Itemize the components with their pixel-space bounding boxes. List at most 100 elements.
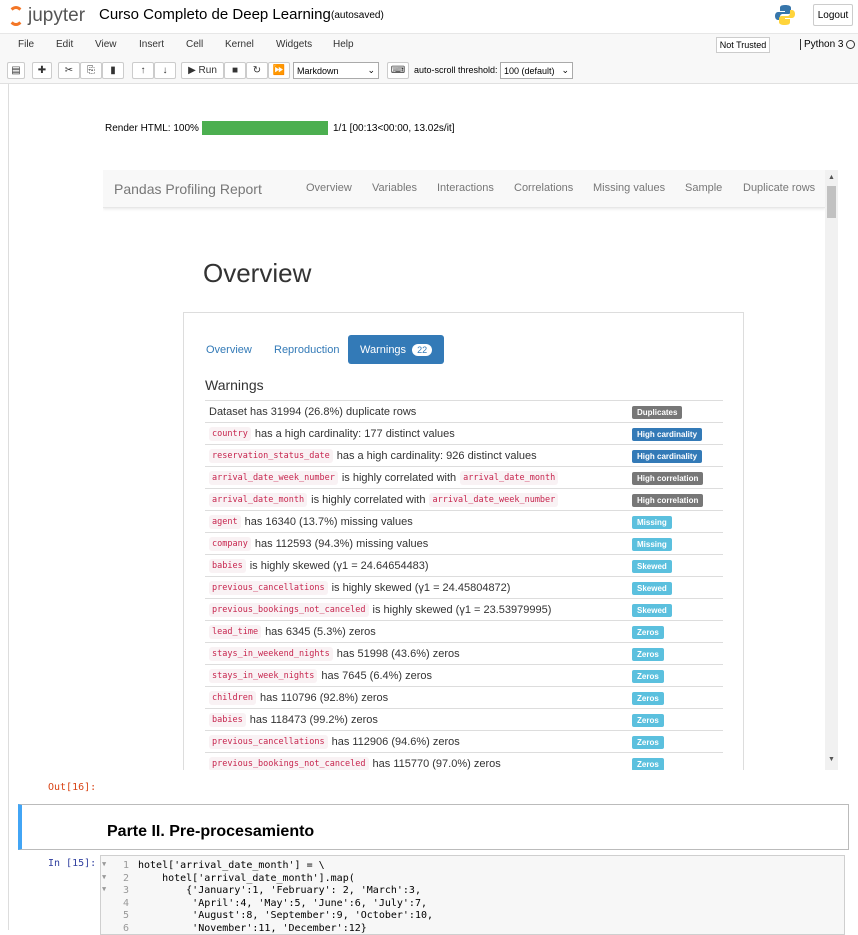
paste-icon: ▮ xyxy=(110,65,116,76)
chevron-down-icon: ⌄ xyxy=(561,65,569,75)
python-logo-icon xyxy=(775,5,795,25)
nav-missing-values[interactable]: Missing values xyxy=(593,182,665,194)
tab-overview[interactable]: Overview xyxy=(194,335,264,364)
progress-bar xyxy=(202,121,328,135)
variable-name[interactable]: previous_cancellations xyxy=(209,580,328,595)
warning-row: babies has 118473 (99.2%) zeros Zeros xyxy=(205,708,723,730)
variable-name[interactable]: reservation_status_date xyxy=(209,448,333,463)
variable-name[interactable]: arrival_date_month xyxy=(209,492,308,507)
menu-widgets[interactable]: Widgets xyxy=(276,39,312,50)
code-text: 'November':11, 'December':12} xyxy=(138,922,367,934)
code-text: 'April':4, 'May':5, 'June':6, 'July':7, xyxy=(138,897,427,909)
fold-arrow-icon[interactable]: ▼ xyxy=(102,885,106,893)
run-all-button[interactable]: ⏩ xyxy=(268,62,290,79)
code-text: {'January':1, 'February': 2, 'March':3, xyxy=(138,885,421,896)
warning-row: stays_in_week_nights has 7645 (6.4%) zero… xyxy=(205,664,723,686)
tab-warnings[interactable]: Warnings 22 xyxy=(348,335,445,364)
warning-text: is highly skewed (γ1 = 23.53979995) xyxy=(372,603,552,616)
scroll-down-icon[interactable]: ▼ xyxy=(828,756,835,763)
tab-reproduction[interactable]: Reproduction xyxy=(262,335,351,364)
nav-interactions[interactable]: Interactions xyxy=(437,182,494,194)
warning-badge: High correlation xyxy=(632,472,704,485)
profile-navbar: Pandas Profiling Report Overview Variabl… xyxy=(103,170,825,208)
menu-edit[interactable]: Edit xyxy=(56,39,73,50)
profile-brand[interactable]: Pandas Profiling Report xyxy=(114,181,262,197)
warning-row: stays_in_weekend_nights has 51998 (43.6%)… xyxy=(205,642,723,664)
warning-badge: Zeros xyxy=(632,692,664,705)
warning-text: has 115770 (97.0%) zeros xyxy=(372,757,501,770)
code-text: hotel['arrival_date_month'].map( xyxy=(138,872,355,884)
kernel-name: Python 3 xyxy=(800,39,843,50)
menu-help[interactable]: Help xyxy=(333,39,354,50)
warning-badge: Duplicates xyxy=(632,406,683,419)
scroll-up-icon[interactable]: ▲ xyxy=(828,174,835,181)
variable-name[interactable]: stays_in_week_nights xyxy=(209,668,318,683)
code-line: ▼ 2 hotel['arrival_date_month'].map( xyxy=(101,873,846,885)
warning-text: has 7645 (6.4%) zeros xyxy=(321,669,433,682)
menu-view[interactable]: View xyxy=(95,39,117,50)
code-editor[interactable]: ▼ 1 hotel['arrival_date_month'] = \ ▼ 2 hote… xyxy=(100,855,845,935)
copy-icon: ⎘ xyxy=(87,65,95,76)
warning-text: is highly skewed (γ1 = 24.45804872) xyxy=(331,581,511,594)
variable-name[interactable]: previous_cancellations xyxy=(209,734,328,749)
interrupt-button[interactable]: ■ xyxy=(224,62,246,79)
warning-badge: Zeros xyxy=(632,736,664,749)
command-palette-button[interactable]: ⌨ xyxy=(387,62,409,79)
variable-name[interactable]: previous_bookings_not_canceled xyxy=(209,756,369,770)
variable-name[interactable]: stays_in_weekend_nights xyxy=(209,646,333,661)
insert-cell-button[interactable]: ✚ xyxy=(32,62,52,79)
warning-badge: Missing xyxy=(632,538,672,551)
not-trusted-button[interactable]: Not Trusted xyxy=(716,37,770,53)
variable-name[interactable]: babies xyxy=(209,558,246,573)
warning-row: Dataset has 31994 (26.8%) duplicate rows… xyxy=(205,400,723,422)
variable-name[interactable]: children xyxy=(209,690,256,705)
copy-button[interactable]: ⎘ xyxy=(80,62,102,79)
cell-type-select[interactable]: Markdown ⌄ xyxy=(293,62,379,79)
progress-fill xyxy=(202,121,328,135)
move-down-button[interactable]: ↓ xyxy=(154,62,176,79)
variable-name[interactable]: arrival_date_week_number xyxy=(429,492,559,507)
variable-name[interactable]: agent xyxy=(209,514,241,529)
markdown-cell[interactable]: Parte II. Pre-procesamiento xyxy=(18,804,849,850)
variable-name[interactable]: country xyxy=(209,426,251,441)
fold-arrow-icon[interactable]: ▼ xyxy=(102,873,106,881)
jupyter-logo[interactable]: jupyter xyxy=(8,5,85,27)
notebook-title[interactable]: Curso Completo de Deep Learning xyxy=(99,6,331,23)
menu-cell[interactable]: Cell xyxy=(186,39,203,50)
cut-button[interactable]: ✂ xyxy=(58,62,80,79)
menu-kernel[interactable]: Kernel xyxy=(225,39,254,50)
paste-button[interactable]: ▮ xyxy=(102,62,124,79)
autosave-status: (autosaved) xyxy=(331,10,384,21)
menu-insert[interactable]: Insert xyxy=(139,39,164,50)
profile-scrollbar[interactable]: ▲ ▼ xyxy=(825,170,838,770)
variable-name[interactable]: lead_time xyxy=(209,624,262,639)
restart-button[interactable]: ↻ xyxy=(246,62,268,79)
run-button[interactable]: ▶ Run xyxy=(181,62,224,79)
warning-row: babies is highly skewed (γ1 = 24.64654483… xyxy=(205,554,723,576)
nav-sample[interactable]: Sample xyxy=(685,182,722,194)
jupyter-logo-icon xyxy=(8,6,24,26)
profile-report-frame: Pandas Profiling Report Overview Variabl… xyxy=(103,170,838,770)
nav-variables[interactable]: Variables xyxy=(372,182,417,194)
nav-correlations[interactable]: Correlations xyxy=(514,182,573,194)
variable-name[interactable]: company xyxy=(209,536,251,551)
tab-label: Reproduction xyxy=(274,343,340,356)
logout-button[interactable]: Logout xyxy=(813,4,853,26)
save-button[interactable]: ▤ xyxy=(7,62,25,79)
code-line: 4 'April':4, 'May':5, 'June':6, 'July':7… xyxy=(101,898,846,910)
move-up-button[interactable]: ↑ xyxy=(132,62,154,79)
menu-file[interactable]: File xyxy=(18,39,34,50)
warning-row: previous_cancellations has 112906 (94.6%)… xyxy=(205,730,723,752)
output-prompt: Out[16]: xyxy=(48,782,97,793)
scrollbar-thumb[interactable] xyxy=(827,186,836,218)
warnings-count-badge: 22 xyxy=(412,343,433,356)
autoscroll-select[interactable]: 100 (default) ⌄ xyxy=(500,62,573,79)
variable-name[interactable]: babies xyxy=(209,712,246,727)
fold-arrow-icon[interactable]: ▼ xyxy=(102,860,106,868)
variable-name[interactable]: arrival_date_month xyxy=(460,470,559,485)
variable-name[interactable]: previous_bookings_not_canceled xyxy=(209,602,369,617)
warning-row: country has a high cardinality: 177 disti… xyxy=(205,422,723,444)
nav-overview[interactable]: Overview xyxy=(306,182,352,194)
variable-name[interactable]: arrival_date_week_number xyxy=(209,470,338,485)
nav-duplicate-rows[interactable]: Duplicate rows xyxy=(743,182,815,194)
